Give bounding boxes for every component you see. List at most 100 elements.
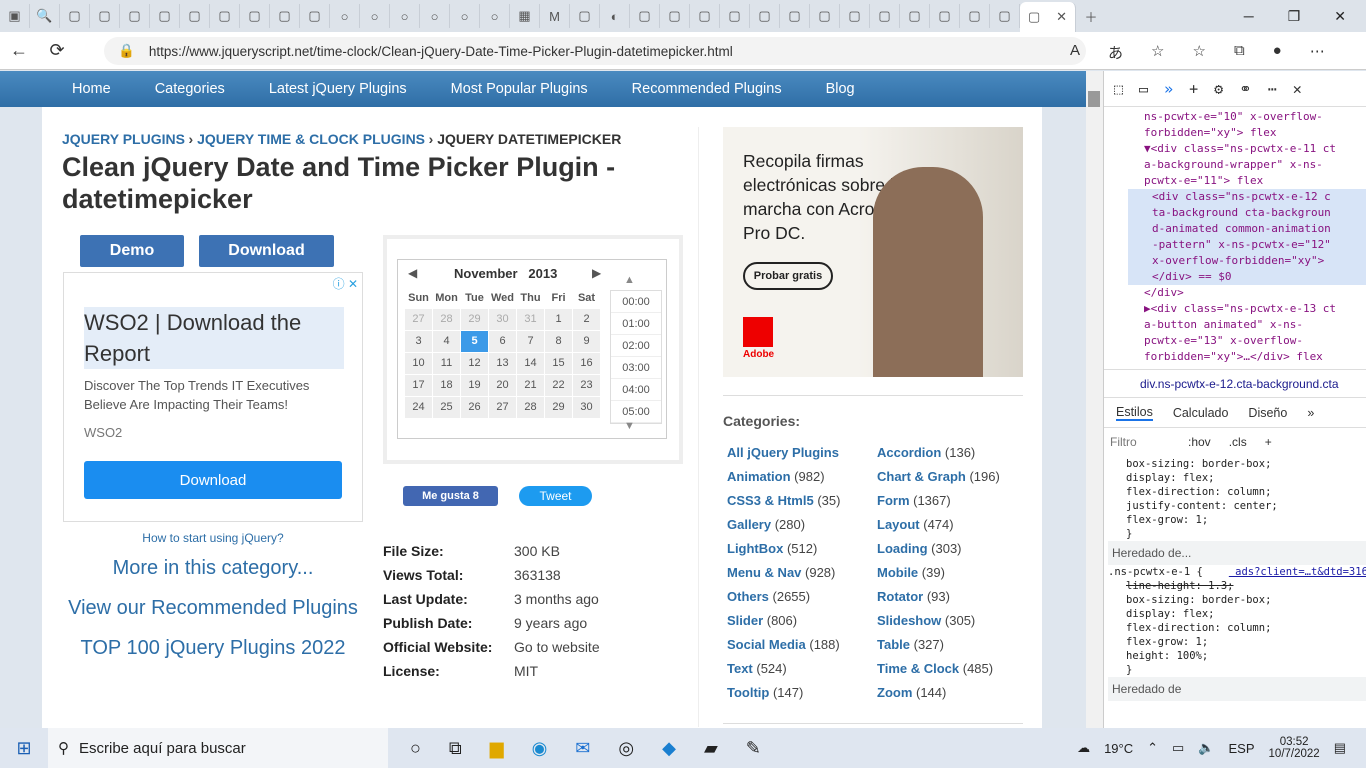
category-link[interactable]: Social Media (188) (727, 637, 840, 652)
more-icon[interactable]: ⋯ (1310, 42, 1325, 63)
calendar-day[interactable]: 23 (572, 373, 601, 397)
calendar-day[interactable]: 27 (404, 307, 433, 331)
translate-icon[interactable]: あ (1108, 42, 1123, 63)
calendar-day[interactable]: 16 (572, 351, 601, 375)
filter-input[interactable]: Filtro (1110, 435, 1170, 449)
new-rule-icon[interactable]: + (1265, 435, 1272, 449)
favorites-icon[interactable]: ☆ (1192, 42, 1205, 63)
tab[interactable]: ▢ (240, 4, 270, 28)
calendar-day[interactable]: 10 (404, 351, 433, 375)
dom-line[interactable]: </div> (1144, 285, 1366, 301)
prev-month-icon[interactable]: ◀ (408, 266, 417, 280)
mail-icon[interactable]: ✉ (575, 738, 590, 759)
tab-estilos[interactable]: Estilos (1116, 405, 1153, 421)
category-link[interactable]: Slideshow (305) (877, 613, 975, 628)
tab[interactable]: ○ (330, 4, 360, 28)
settings-icon[interactable]: ⚙ (1214, 80, 1223, 98)
category-link[interactable]: Zoom (144) (877, 685, 946, 700)
calendar-day[interactable]: 13 (488, 351, 517, 375)
tab[interactable]: ▢ (90, 4, 120, 28)
minimize-icon[interactable]: ─ (1244, 8, 1254, 25)
dell-icon[interactable]: ◎ (618, 738, 634, 759)
category-link[interactable]: Mobile (39) (877, 565, 945, 580)
url-field[interactable]: 🔒 https://www.jqueryscript.net/time-clock… (104, 37, 1086, 65)
window-menu-icon[interactable]: ▣ (0, 4, 30, 28)
ad2-cta-button[interactable]: Probar gratis (743, 262, 833, 290)
tab[interactable]: ▢ (210, 4, 240, 28)
category-link[interactable]: Layout (474) (877, 517, 954, 532)
time-option[interactable]: 03:00 (611, 357, 661, 379)
ad-adobe[interactable]: Recopila firmas electrónicas sobre la ma… (723, 127, 1023, 377)
tab[interactable]: ▢ (930, 4, 960, 28)
close-devtools-icon[interactable]: ✕ (1293, 80, 1302, 98)
volume-icon[interactable]: 🔈 (1198, 740, 1214, 756)
tab[interactable]: ▢ (810, 4, 840, 28)
tab[interactable]: ▢ (960, 4, 990, 28)
time-option[interactable]: 00:00 (611, 291, 661, 313)
tab[interactable]: M (540, 4, 570, 28)
tab[interactable]: ▢ (750, 4, 780, 28)
nav-categories[interactable]: Categories (155, 81, 225, 97)
calendar-day[interactable]: 18 (432, 373, 461, 397)
tab[interactable]: ○ (450, 4, 480, 28)
tab[interactable]: 🔍 (30, 4, 60, 28)
tab[interactable]: ▢ (630, 4, 660, 28)
collections-icon[interactable]: ⧉ (1234, 42, 1245, 63)
restore-icon[interactable]: ❐ (1288, 8, 1301, 25)
ad-download-button[interactable]: Download (84, 461, 342, 499)
category-link[interactable]: Animation (982) (727, 469, 825, 484)
tray-chevron-icon[interactable]: ⌃ (1147, 740, 1158, 756)
ad-title[interactable]: WSO2 | Download the Report (84, 307, 344, 369)
new-tab-icon[interactable]: ＋ (1076, 4, 1106, 28)
dom-line[interactable]: ▶<div class="ns-pcwtx-e-13 ct (1144, 301, 1366, 317)
back-icon[interactable]: ← (0, 40, 38, 61)
tab[interactable]: ▢ (690, 4, 720, 28)
calendar-day[interactable]: 8 (544, 329, 573, 353)
dom-line[interactable]: d-animated common-animation (1128, 221, 1366, 237)
calendar-day[interactable]: 21 (516, 373, 545, 397)
calendar-day[interactable]: 15 (544, 351, 573, 375)
tab[interactable]: ▢ (150, 4, 180, 28)
howto-link[interactable]: How to start using jQuery? (63, 531, 363, 545)
nav-blog[interactable]: Blog (826, 81, 855, 97)
dom-line[interactable]: x-overflow-forbidden="xy"> (1128, 253, 1366, 269)
crumb-time-clock[interactable]: JQUERY TIME & CLOCK PLUGINS (197, 131, 425, 147)
tab[interactable]: ▢ (990, 4, 1020, 28)
calendar-day[interactable]: 24 (404, 395, 433, 419)
cls-toggle[interactable]: .cls (1229, 435, 1247, 449)
tab[interactable]: ▢ (720, 4, 750, 28)
dom-line[interactable]: forbidden="xy">…</div> flex (1144, 349, 1366, 365)
tab[interactable]: ○ (420, 4, 450, 28)
calendar-day[interactable]: 6 (488, 329, 517, 353)
ad-choices-icon[interactable]: ⓘ ✕ (333, 275, 358, 292)
dom-line[interactable]: ns-pcwtx-e="10" x-overflow- (1144, 109, 1366, 125)
calendar-day[interactable]: 9 (572, 329, 601, 353)
hov-toggle[interactable]: :hov (1188, 435, 1211, 449)
calendar-day[interactable]: 12 (460, 351, 489, 375)
more-category-link[interactable]: More in this category... (63, 557, 363, 580)
calendar-day[interactable]: 30 (488, 307, 517, 331)
calendar-day[interactable]: 27 (488, 395, 517, 419)
tab[interactable]: ○ (390, 4, 420, 28)
close-tab-icon[interactable]: ✕ (1056, 9, 1067, 25)
calendar-day[interactable]: 11 (432, 351, 461, 375)
category-link[interactable]: Slider (806) (727, 613, 797, 628)
category-link[interactable]: Accordion (136) (877, 445, 975, 460)
calendar-day[interactable]: 30 (572, 395, 601, 419)
time-down-icon[interactable]: ▼ (624, 420, 635, 432)
nav-popular[interactable]: Most Popular Plugins (451, 81, 588, 97)
active-tab[interactable]: ▢ ✕ (1020, 2, 1076, 32)
calendar-day[interactable]: 22 (544, 373, 573, 397)
calendar-day[interactable]: 28 (516, 395, 545, 419)
category-link[interactable]: Form (1367) (877, 493, 951, 508)
more-tools-icon[interactable]: » (1164, 80, 1173, 98)
tab[interactable]: ▢ (60, 4, 90, 28)
network-icon[interactable]: ▭ (1172, 740, 1184, 756)
cortana-icon[interactable]: ○ (410, 738, 421, 759)
device-icon[interactable]: ▭ (1139, 80, 1148, 98)
calendar-day[interactable]: 7 (516, 329, 545, 353)
tab[interactable]: ○ (360, 4, 390, 28)
paint-icon[interactable]: ✎ (746, 738, 761, 759)
calendar-day[interactable]: 17 (404, 373, 433, 397)
tab-calculado[interactable]: Calculado (1173, 406, 1229, 420)
